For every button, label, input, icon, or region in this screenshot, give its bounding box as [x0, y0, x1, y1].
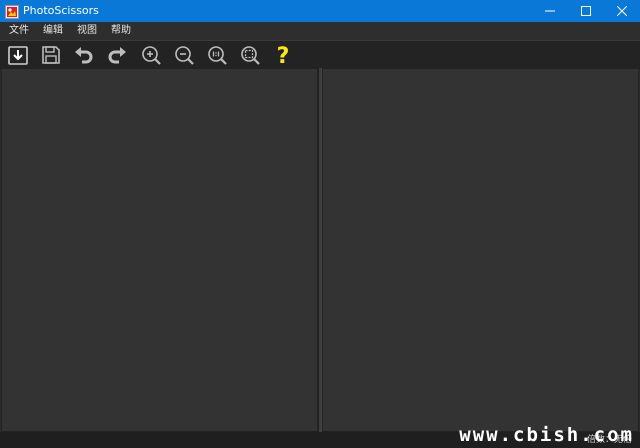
fit-window-button[interactable]: [238, 43, 262, 67]
window-title: PhotoScissors: [23, 4, 99, 17]
help-icon: ?: [277, 44, 290, 67]
help-button[interactable]: ?: [271, 43, 295, 67]
actual-size-button[interactable]: [205, 43, 229, 67]
import-image-icon: [8, 46, 28, 65]
close-button[interactable]: [604, 0, 640, 22]
save-button[interactable]: [39, 43, 63, 67]
svg-text:?: ?: [277, 44, 290, 67]
zoom-out-icon: [175, 46, 194, 65]
menu-edit[interactable]: 编辑: [43, 24, 63, 38]
toolbar: ?: [0, 40, 640, 69]
watermark-text: www.cbish.com: [459, 424, 634, 446]
redo-button[interactable]: [105, 43, 129, 67]
minimize-button[interactable]: [532, 0, 568, 22]
title-bar: PhotoScissors: [0, 0, 640, 22]
save-icon: [42, 46, 60, 64]
maximize-icon: [581, 6, 591, 16]
menu-view[interactable]: 视图: [77, 24, 97, 38]
redo-icon: [108, 47, 126, 64]
actual-size-icon: [208, 46, 227, 65]
zoom-in-button[interactable]: [139, 43, 163, 67]
original-image-pane[interactable]: [1, 68, 318, 432]
zoom-in-icon: [142, 46, 161, 65]
import-button[interactable]: [6, 43, 30, 67]
undo-icon: [75, 47, 93, 64]
minimize-icon: [545, 10, 555, 12]
undo-button[interactable]: [72, 43, 96, 67]
maximize-button[interactable]: [568, 0, 604, 22]
menu-bar: 文件 编辑 视图 帮助: [0, 22, 640, 40]
app-icon: [5, 4, 19, 19]
zoom-out-button[interactable]: [172, 43, 196, 67]
result-image-pane[interactable]: [322, 68, 639, 432]
fit-to-window-icon: [241, 46, 260, 65]
menu-help[interactable]: 帮助: [111, 24, 131, 38]
menu-file[interactable]: 文件: [9, 24, 29, 38]
close-icon: [617, 6, 627, 16]
